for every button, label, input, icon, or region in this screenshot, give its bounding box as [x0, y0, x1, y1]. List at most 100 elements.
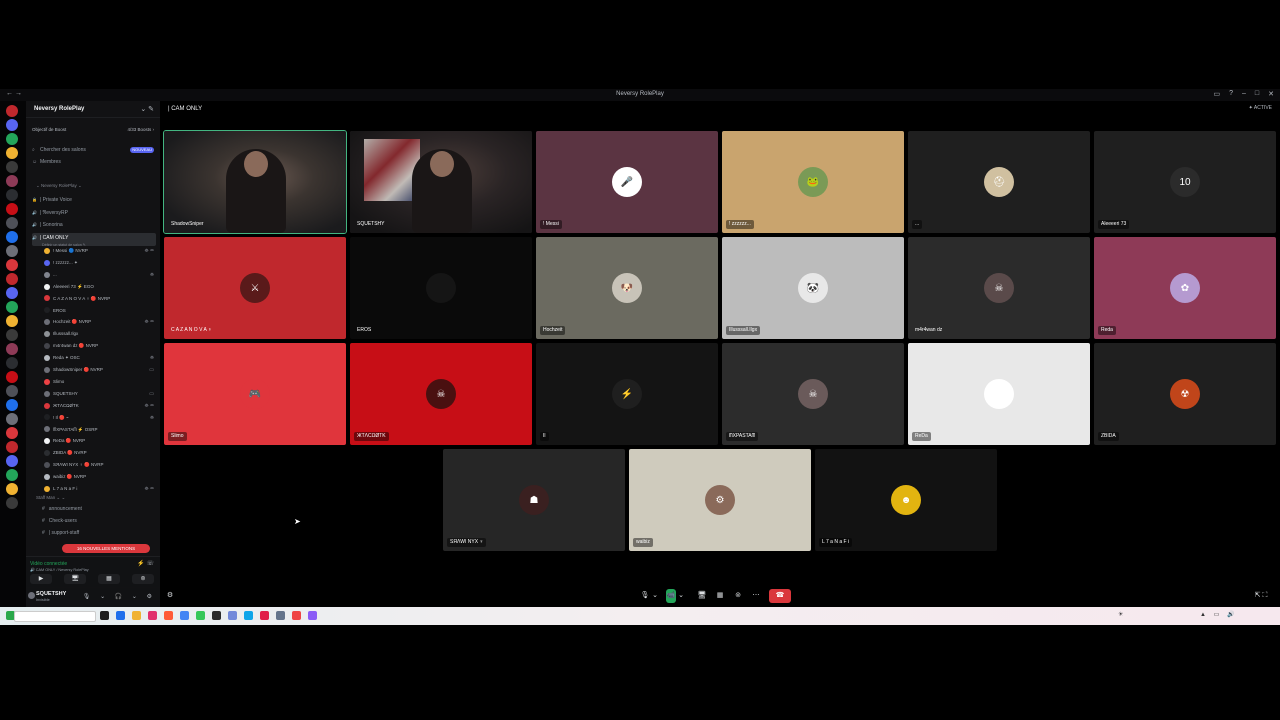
- more-options-icon[interactable]: ⋯: [750, 589, 762, 603]
- settings-icon[interactable]: ⚙: [164, 589, 176, 603]
- voice-channel[interactable]: 🔊 | Sonorina: [32, 220, 156, 229]
- server-icon[interactable]: [6, 455, 18, 467]
- voice-member[interactable]: ShadowSniper 🔴 NVRP ▭: [44, 366, 156, 374]
- participant-tile[interactable]: ☠ m4r4wan dz: [908, 237, 1090, 339]
- taskbar-search-box[interactable]: [14, 611, 96, 622]
- server-icon[interactable]: [6, 399, 18, 411]
- voice-member[interactable]: ! zzzzzz... ✦: [44, 259, 156, 267]
- participant-tile[interactable]: ShadowSniper: [163, 130, 347, 234]
- server-icon[interactable]: [6, 315, 18, 327]
- taskbar-app-icon[interactable]: [308, 611, 317, 620]
- maximize-icon[interactable]: □: [1255, 90, 1259, 98]
- taskbar-app-icon[interactable]: [276, 611, 285, 620]
- participant-tile[interactable]: 🐸 ! zzzzzz...: [722, 131, 904, 233]
- participant-tile[interactable]: ♟ ReDa: [908, 343, 1090, 445]
- server-icon[interactable]: [6, 287, 18, 299]
- inbox-icon[interactable]: ▭: [1213, 90, 1220, 98]
- participant-tile[interactable]: 🎮 Slimo: [164, 343, 346, 445]
- server-icon[interactable]: [6, 371, 18, 383]
- taskbar-app-icon[interactable]: [212, 611, 221, 620]
- voice-member[interactable]: m4r4wan dz 🔴 NVRP: [44, 342, 156, 350]
- participant-tile[interactable]: ☠ ᗰXPASTAᗰ: [722, 343, 904, 445]
- participant-tile[interactable]: 🐶 Hochzeit: [536, 237, 718, 339]
- server-icon[interactable]: [6, 413, 18, 425]
- server-icon[interactable]: [6, 245, 18, 257]
- taskbar-app-icon[interactable]: [292, 611, 301, 620]
- category-staff[interactable]: Staff Man ⌄ ⌄: [36, 495, 65, 501]
- voice-member[interactable]: ᗰXPASTAᗰ ⚡ OSRP: [44, 426, 156, 434]
- new-mentions-pill[interactable]: 16 NOUVELLES MENTIONS: [62, 544, 150, 553]
- voice-member[interactable]: Illusssall.Ilgx: [44, 330, 156, 338]
- username[interactable]: SQUETSHY: [36, 591, 66, 597]
- voice-member[interactable]: Aleeeeri 73 ⚡ EGO: [44, 283, 156, 291]
- voice-channel[interactable]: 🔊 | 𝔑eversyRP: [32, 208, 156, 217]
- camera-button[interactable]: ▶: [30, 574, 52, 584]
- taskbar-app-icon[interactable]: [196, 611, 205, 620]
- camera-options-icon[interactable]: ⌄: [678, 589, 684, 603]
- server-icon[interactable]: [6, 147, 18, 159]
- taskbar-app-icon[interactable]: [228, 611, 237, 620]
- camera-icon[interactable]: 📹: [666, 589, 676, 603]
- voice-member[interactable]: L 7 a N a F i ⛯ ▭: [44, 485, 156, 493]
- user-controls-icons[interactable]: 🎙 ⌄ 🎧 ⌄ ⚙: [83, 593, 156, 600]
- help-icon[interactable]: ?: [1229, 90, 1233, 98]
- participant-tile[interactable]: ✿ Reda: [1094, 237, 1276, 339]
- server-icon[interactable]: [6, 427, 18, 439]
- participant-tile[interactable]: 10 Aleeeeri 73: [1094, 131, 1276, 233]
- server-icon[interactable]: [6, 259, 18, 271]
- screen-share-icon[interactable]: 🖥: [696, 589, 708, 603]
- voice-member[interactable]: EROS: [44, 307, 156, 315]
- voice-member[interactable]: ... ⛯: [44, 271, 156, 279]
- browse-channels[interactable]: ⌕ Chercher des salons NOUVEAU: [32, 145, 156, 155]
- server-icon[interactable]: [6, 483, 18, 495]
- soundboard-button[interactable]: ⊚: [132, 574, 154, 584]
- voice-member[interactable]: ! Messi 🔵 NVRP ⛯ ▭: [44, 247, 156, 255]
- taskbar-app-icon[interactable]: [164, 611, 173, 620]
- text-channel[interactable]: # | support-staff: [32, 529, 156, 538]
- taskbar-app-icon[interactable]: [148, 611, 157, 620]
- category-neversy[interactable]: ⌄ Neversy RolePlay ⌄: [36, 183, 82, 189]
- server-icon[interactable]: [6, 175, 18, 187]
- screen-share-button[interactable]: 🖥: [64, 574, 86, 584]
- participant-tile[interactable]: 🎤 ! Messi: [536, 131, 718, 233]
- server-icon[interactable]: [6, 469, 18, 481]
- system-tray-icons[interactable]: ▲ ▭ 🔊: [1200, 611, 1237, 618]
- participant-tile[interactable]: 🐼 Illusssall.Ilgx: [722, 237, 904, 339]
- voice-member[interactable]: Slimo: [44, 378, 156, 386]
- server-icon[interactable]: [6, 217, 18, 229]
- participant-tile[interactable]: ☗ SЯΛWI NYX ♆: [443, 449, 625, 551]
- avatar[interactable]: [28, 592, 35, 599]
- server-icon[interactable]: [6, 203, 18, 215]
- hang-up-icon[interactable]: ☎: [769, 589, 791, 603]
- voice-channel[interactable]: 🔊 | CAM ONLY Définir un statut de salon ✎: [32, 232, 156, 247]
- voice-member[interactable]: waibiz 🔴 NVRP: [44, 473, 156, 481]
- server-icon[interactable]: [6, 497, 18, 509]
- taskbar-app-icon[interactable]: [260, 611, 269, 620]
- voice-channel[interactable]: 🔒 | Private Voice: [32, 195, 156, 204]
- boost-goal[interactable]: Objectif de Boost 4/33 Boosts ›: [32, 126, 154, 135]
- voice-member[interactable]: SЯΛWI NYX ♆ 🔴 NVRP: [44, 461, 156, 469]
- taskbar-app-icon[interactable]: [180, 611, 189, 620]
- participant-tile[interactable]: ⚡ Il: [536, 343, 718, 445]
- voice-member[interactable]: SQUETSHY ▭: [44, 390, 156, 398]
- server-icon[interactable]: [6, 189, 18, 201]
- text-channel[interactable]: # announcement: [32, 505, 156, 514]
- participant-tile[interactable]: ☠ ЖTΛCΩØTK: [350, 343, 532, 445]
- participant-tile[interactable]: ☢ ZBIDA: [1094, 343, 1276, 445]
- soundboard-icon[interactable]: ⊚: [732, 589, 744, 603]
- voice-member[interactable]: C A Z A N O V A ♆ 🔴 NVRP: [44, 295, 156, 303]
- server-header[interactable]: Neversy RolePlay ⌄ ✎: [26, 101, 160, 118]
- server-icon[interactable]: [6, 343, 18, 355]
- voice-member[interactable]: ЖTΛCΩØTK ⛯ ▭: [44, 402, 156, 410]
- activities-button[interactable]: ▦: [98, 574, 120, 584]
- microphone-icon[interactable]: 🎙: [640, 589, 650, 603]
- activity-badge[interactable]: ✦ ACTIVE: [1249, 105, 1272, 111]
- server-icon[interactable]: [6, 161, 18, 173]
- taskbar-app-icon[interactable]: [244, 611, 253, 620]
- voice-member[interactable]: Reda ✦ OSC ⛯: [44, 354, 156, 362]
- server-icon[interactable]: [6, 329, 18, 341]
- channel-status-hint[interactable]: Définir un statut de salon ✎: [42, 243, 156, 247]
- server-icon[interactable]: [6, 231, 18, 243]
- participant-tile[interactable]: ☻ L 7 a N a F i: [815, 449, 997, 551]
- participant-tile[interactable]: SQUETSHY: [350, 131, 532, 233]
